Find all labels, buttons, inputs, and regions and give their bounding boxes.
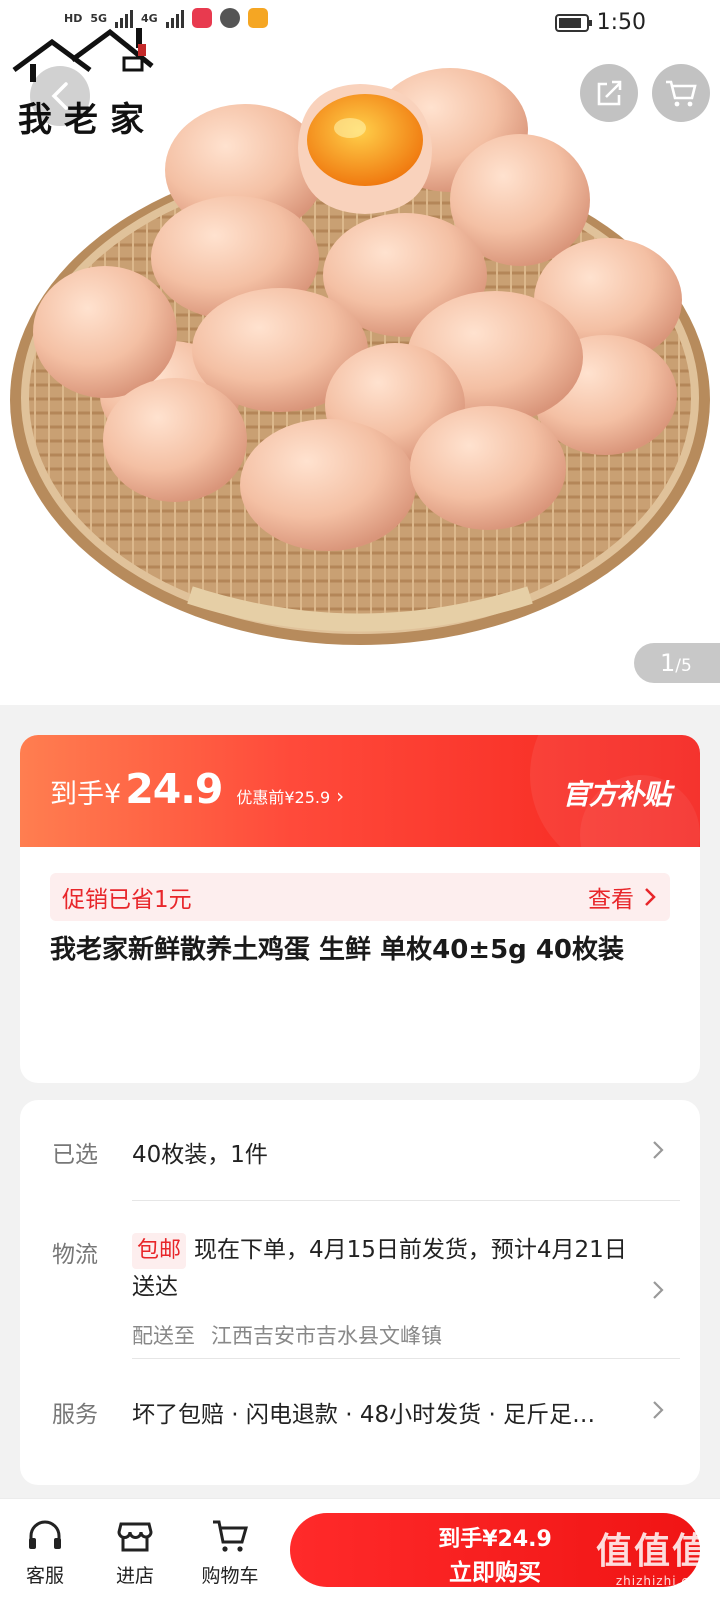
service-text: 坏了包赔 · 闪电退款 · 48小时发货 · 足斤足… [132, 1402, 596, 1428]
final-price: 24.9 [125, 765, 223, 813]
product-gallery[interactable]: HD 5G 4G 1:50 我老家 1 /5 [0, 0, 720, 705]
selection-label: 已选 [52, 1142, 98, 1168]
network-4g-label: 4G [141, 11, 158, 25]
logistics-label: 物流 [52, 1242, 98, 1268]
shopping-cart-icon [213, 1520, 248, 1552]
store-icon [117, 1522, 153, 1552]
product-title: 我老家新鲜散养土鸡蛋 生鲜 单枚40±5g 40枚装 [50, 935, 625, 965]
status-time: 1:50 [596, 10, 646, 35]
original-price-link[interactable]: 优惠前¥25.9 [236, 784, 330, 808]
store-button[interactable]: 进店 [95, 1511, 175, 1588]
selection-row[interactable]: 已选 40枚装，1件 [20, 1100, 700, 1200]
status-left: HD 5G 4G [64, 8, 268, 28]
signal-icon-2 [165, 8, 184, 28]
back-button[interactable] [30, 66, 90, 126]
info-card: 已选 40枚装，1件 物流 包邮 现在下单，4月15日前发货，预计4月21日送达 … [20, 1100, 700, 1485]
app-notification-icon [191, 8, 212, 28]
ship-to-line: 配送至 江西吉安市吉水县文峰镇 [132, 1320, 458, 1350]
customer-service-button[interactable]: 客服 [5, 1511, 85, 1588]
store-label: 进店 [115, 1565, 154, 1587]
promo-label: 促销已省1元 [62, 887, 192, 913]
chevron-right-icon [653, 1141, 664, 1159]
gallery-current-page: 1 [660, 649, 676, 677]
watermark-logo-text: 值值值 [595, 1531, 710, 1572]
free-shipping-badge: 包邮 [132, 1233, 187, 1269]
selection-value: 40枚装，1件 [132, 1142, 268, 1168]
gallery-total-pages: /5 [675, 655, 692, 676]
price-line: 到手¥ 24.9 优惠前¥25.9 › [50, 765, 344, 813]
customer-service-label: 客服 [25, 1565, 64, 1587]
chevron-right-icon [653, 1401, 664, 1419]
official-subsidy-badge: 官方补贴 [561, 778, 671, 811]
signal-icon [115, 8, 134, 28]
ship-to-label: 配送至 [132, 1324, 195, 1348]
service-row[interactable]: 服务 坏了包赔 · 闪电退款 · 48小时发货 · 足斤足… [20, 1358, 700, 1458]
price-banner: 到手¥ 24.9 优惠前¥25.9 › 官方补贴 [20, 735, 700, 847]
logistics-row[interactable]: 物流 包邮 现在下单，4月15日前发货，预计4月21日送达 配送至 江西吉安市吉水县… [20, 1200, 700, 1360]
promo-action[interactable]: 查看 [588, 880, 656, 914]
product-card: 到手¥ 24.9 优惠前¥25.9 › 官方补贴 促销已省1元 查看 我老家新鲜… [20, 735, 700, 1083]
promo-view-link: 查看 [588, 887, 634, 913]
chevron-right-icon: › [336, 784, 345, 808]
watermark-url: zhizhizhi.com [615, 1574, 710, 1588]
ship-to-address: 江西吉安市吉水县文峰镇 [211, 1324, 442, 1348]
video-app-icon [247, 8, 268, 28]
status-bar: HD 5G 4G 1:50 [0, 0, 720, 48]
chevron-left-icon [51, 82, 68, 110]
network-hd-label: HD [64, 11, 83, 25]
shopping-cart-icon [666, 80, 697, 107]
cart-button[interactable] [652, 64, 710, 122]
gallery-page-indicator: 1/5 [634, 643, 720, 683]
service-label: 服务 [52, 1402, 98, 1428]
battery-icon [554, 13, 592, 32]
delivery-estimate: 现在下单，4月15日前发货，预计4月21日送达 [132, 1237, 627, 1300]
share-button[interactable] [580, 64, 638, 122]
chevron-right-icon [653, 1281, 664, 1299]
chevron-right-icon [645, 888, 656, 906]
cart-nav-button[interactable]: 购物车 [190, 1511, 270, 1588]
site-watermark: 值值值 zhizhizhi.com [596, 1522, 710, 1588]
message-icon [219, 8, 240, 28]
share-icon [597, 80, 622, 106]
promo-row[interactable]: 促销已省1元 查看 [50, 873, 670, 921]
cart-label: 购物车 [201, 1565, 259, 1587]
headset-icon [29, 1520, 61, 1549]
price-prefix: 到手¥ [50, 779, 122, 810]
logistics-info: 包邮 现在下单，4月15日前发货，预计4月21日送达 [132, 1232, 632, 1305]
status-right: 1:50 [554, 10, 646, 35]
network-5g-label: 5G [90, 11, 108, 25]
